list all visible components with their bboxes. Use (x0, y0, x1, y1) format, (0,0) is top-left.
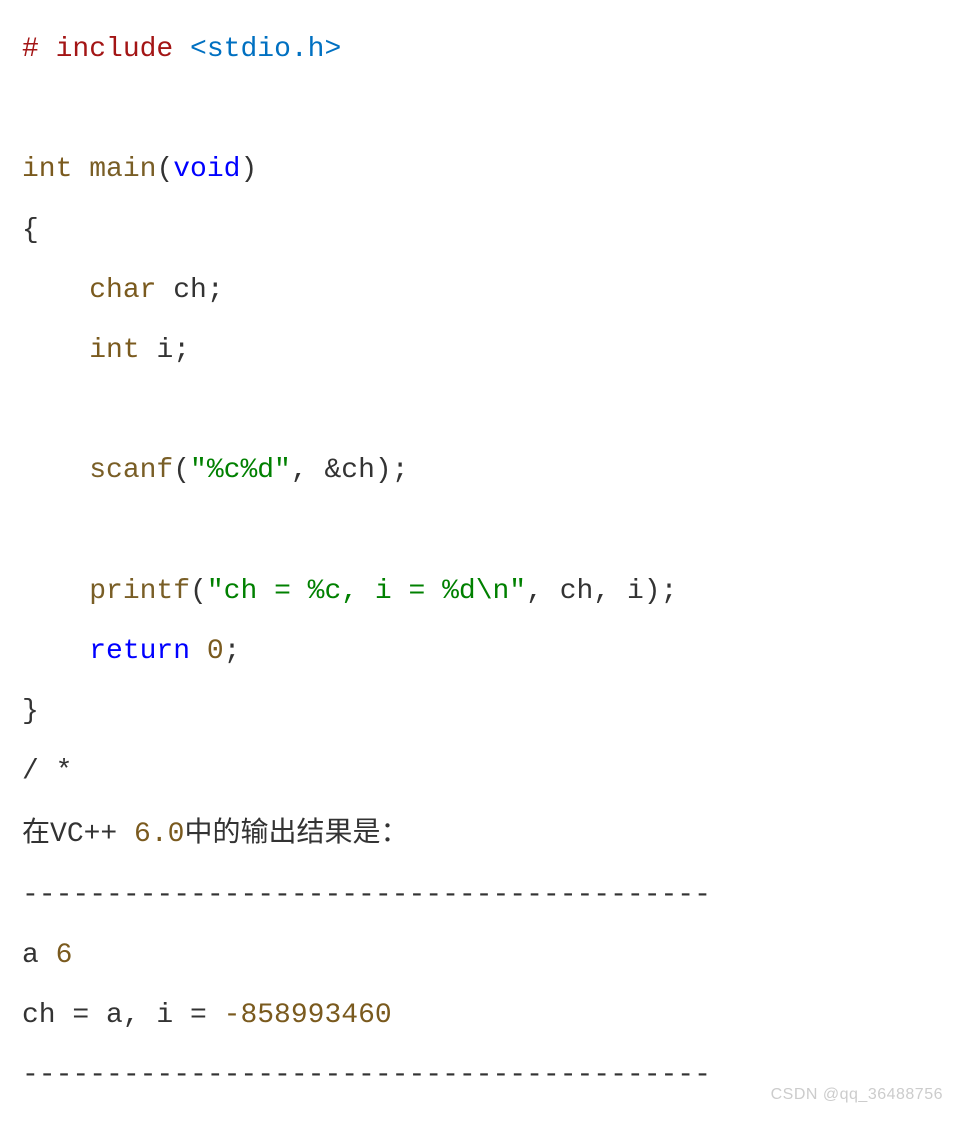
brace-open: { (22, 215, 39, 246)
indent (22, 576, 89, 607)
watermark: CSDN @qq_36488756 (771, 1078, 943, 1112)
kw-void: void (173, 154, 240, 185)
cn-prefix: 在 (22, 816, 50, 847)
fn-scanf: scanf (89, 455, 173, 486)
include-open: < (190, 34, 207, 65)
arg-i: i (627, 576, 644, 607)
include-close: > (324, 34, 341, 65)
brace-close: } (22, 696, 39, 727)
kw-char: char (89, 275, 156, 306)
kw-int2: int (89, 335, 139, 366)
semi: ; (392, 455, 409, 486)
out-ch-eq: ch = a, i = (22, 1000, 224, 1031)
indent (22, 636, 89, 667)
indent (22, 335, 89, 366)
comma: , (526, 576, 560, 607)
num-zero: 0 (190, 636, 224, 667)
paren-open: ( (190, 576, 207, 607)
var-ch: ch (156, 275, 206, 306)
semi: ; (173, 335, 190, 366)
include-file: stdio.h (207, 34, 325, 65)
paren-open: ( (173, 455, 190, 486)
semi: ; (224, 636, 241, 667)
fn-printf: printf (89, 576, 190, 607)
comment-open: / * (22, 756, 72, 787)
paren-close: ) (644, 576, 661, 607)
fn-main: main (72, 154, 156, 185)
semi: ; (207, 275, 224, 306)
str-scanf: "%c%d" (190, 455, 291, 486)
out-6: 6 (56, 940, 73, 971)
comma: , (291, 455, 325, 486)
semi: ; (661, 576, 678, 607)
paren-close: ) (240, 154, 257, 185)
str-printf: "ch = %c, i = %d\n" (207, 576, 526, 607)
vcpp: VC++ (50, 819, 134, 850)
paren-close: ) (375, 455, 392, 486)
out-a: a (22, 940, 56, 971)
code-block: # include <stdio.h> int main(void) { cha… (22, 20, 949, 1106)
dashes: ----------------------------------------… (22, 1060, 711, 1091)
preproc-hash: # (22, 34, 39, 65)
indent (22, 275, 89, 306)
arg-ch: ch (560, 576, 594, 607)
dashes: ----------------------------------------… (22, 880, 711, 911)
vc-ver: 6.0 (134, 819, 184, 850)
indent (22, 455, 89, 486)
kw-return: return (89, 636, 190, 667)
paren-open: ( (156, 154, 173, 185)
comma: , (593, 576, 627, 607)
var-i: i (140, 335, 174, 366)
amp-ch: &ch (324, 455, 374, 486)
cn-suffix: 中的输出结果是： (184, 816, 408, 847)
preproc-include: include (39, 34, 190, 65)
kw-int: int (22, 154, 72, 185)
out-val: -858993460 (224, 1000, 392, 1031)
